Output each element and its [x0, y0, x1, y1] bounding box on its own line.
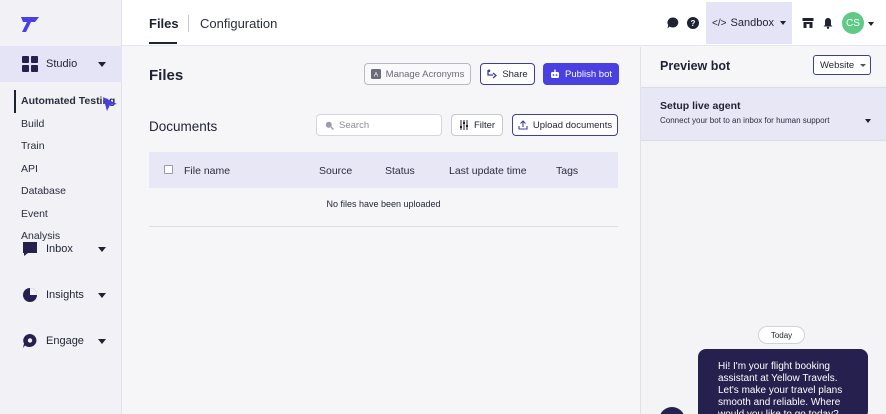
- sidebar-item-api[interactable]: API: [0, 158, 122, 181]
- sidebar-item-database[interactable]: Database: [0, 180, 122, 203]
- search-box[interactable]: [316, 114, 442, 136]
- filter-icon: [459, 120, 468, 130]
- tab-files[interactable]: Files: [149, 16, 179, 31]
- bell-icon[interactable]: [822, 17, 834, 29]
- documents-table-header: File name Source Status Last update time…: [149, 152, 618, 188]
- sidebar-item-event[interactable]: Event: [0, 203, 122, 226]
- upload-documents-label: Upload documents: [532, 119, 613, 131]
- grid-icon: [22, 56, 38, 72]
- column-last-update-time[interactable]: Last update time: [449, 165, 527, 177]
- active-tab-indicator: [149, 42, 177, 44]
- bot-avatar: [659, 407, 685, 414]
- engage-icon: [22, 333, 38, 349]
- filter-label: Filter: [473, 119, 496, 131]
- publish-bot-button[interactable]: Publish bot: [543, 63, 619, 85]
- sidebar-group-label: Insights: [46, 289, 84, 301]
- page-title: Files: [149, 67, 184, 84]
- environment-selector[interactable]: </> Sandbox: [706, 2, 792, 44]
- manage-acronyms-label: Manage Acronyms: [385, 68, 465, 80]
- upload-documents-button[interactable]: Upload documents: [512, 114, 618, 136]
- documents-heading: Documents: [149, 119, 218, 134]
- channel-select[interactable]: Website: [813, 55, 871, 75]
- help-icon[interactable]: ?: [687, 17, 699, 29]
- filter-button[interactable]: Filter: [451, 114, 503, 136]
- live-agent-subtitle: Connect your bot to an inbox for human s…: [660, 116, 830, 125]
- setup-live-agent-card[interactable]: Setup live agent Connect your bot to an …: [641, 87, 886, 141]
- live-agent-title: Setup live agent: [660, 100, 741, 112]
- bot-message-bubble: Hi! I'm your flight booking assistant at…: [698, 349, 868, 414]
- acronym-icon: A: [370, 69, 381, 79]
- preview-bot-panel: Preview bot Website Setup live agent Con…: [640, 47, 886, 414]
- select-all-checkbox[interactable]: [164, 165, 173, 174]
- sidebar-group-label: Engage: [46, 335, 84, 347]
- column-tags[interactable]: Tags: [556, 165, 578, 177]
- date-chip: Today: [758, 326, 805, 344]
- chevron-down-icon: [860, 63, 867, 67]
- table-divider: [149, 226, 618, 227]
- manage-acronyms-button[interactable]: A Manage Acronyms: [364, 63, 471, 85]
- sidebar-group-inbox[interactable]: Inbox: [0, 231, 122, 267]
- chevron-down-icon: [779, 21, 786, 25]
- chat-bubble-icon: [22, 241, 38, 257]
- avatar[interactable]: CS: [842, 12, 864, 34]
- search-icon: [325, 121, 334, 130]
- upload-icon: [518, 120, 528, 130]
- mouse-cursor-icon: [103, 97, 117, 111]
- sidebar-group-label: Inbox: [46, 243, 73, 255]
- bot-icon: [550, 69, 559, 78]
- tab-divider: [188, 15, 189, 32]
- chevron-down-icon: [98, 247, 106, 252]
- files-panel: Files A Manage Acronyms Share Publish bo…: [122, 47, 640, 414]
- svg-text:A: A: [373, 72, 378, 79]
- preview-title: Preview bot: [660, 59, 731, 73]
- pie-chart-icon: [22, 287, 38, 303]
- top-bar: Files Configuration ? </> Sandbox CS: [122, 0, 886, 46]
- code-icon: </>: [712, 17, 727, 29]
- share-label: Share: [502, 68, 528, 80]
- channel-select-value: Website: [820, 59, 855, 71]
- empty-state-message: No files have been uploaded: [326, 199, 441, 209]
- chevron-down-icon: [98, 293, 106, 298]
- chat-icon[interactable]: [667, 17, 679, 29]
- column-source[interactable]: Source: [319, 165, 352, 177]
- tab-configuration[interactable]: Configuration: [200, 16, 277, 31]
- svg-text:?: ?: [691, 19, 696, 28]
- chevron-down-icon[interactable]: [868, 22, 874, 26]
- share-icon: [487, 69, 498, 79]
- sidebar: Studio Automated Testing Build Train API…: [0, 0, 122, 414]
- preview-header: Preview bot Website: [641, 47, 886, 85]
- chevron-down-icon[interactable]: [865, 119, 871, 123]
- sidebar-group-label: Studio: [46, 58, 78, 70]
- sidebar-group-studio[interactable]: Studio: [0, 46, 122, 82]
- sidebar-group-engage[interactable]: Engage: [0, 323, 122, 359]
- column-status[interactable]: Status: [385, 165, 415, 177]
- sidebar-item-train[interactable]: Train: [0, 135, 122, 158]
- studio-submenu: Automated Testing Build Train API Databa…: [0, 90, 122, 248]
- share-button[interactable]: Share: [480, 63, 535, 85]
- store-icon[interactable]: [802, 17, 814, 29]
- sidebar-item-build[interactable]: Build: [0, 113, 122, 136]
- sidebar-group-insights[interactable]: Insights: [0, 277, 122, 313]
- yellow-logo-icon[interactable]: [20, 14, 40, 34]
- publish-bot-label: Publish bot: [564, 68, 612, 80]
- chevron-down-icon: [98, 62, 106, 67]
- chevron-down-icon: [98, 339, 106, 344]
- column-file-name[interactable]: File name: [184, 165, 230, 177]
- environment-label: Sandbox: [730, 17, 774, 29]
- search-input[interactable]: [339, 119, 429, 131]
